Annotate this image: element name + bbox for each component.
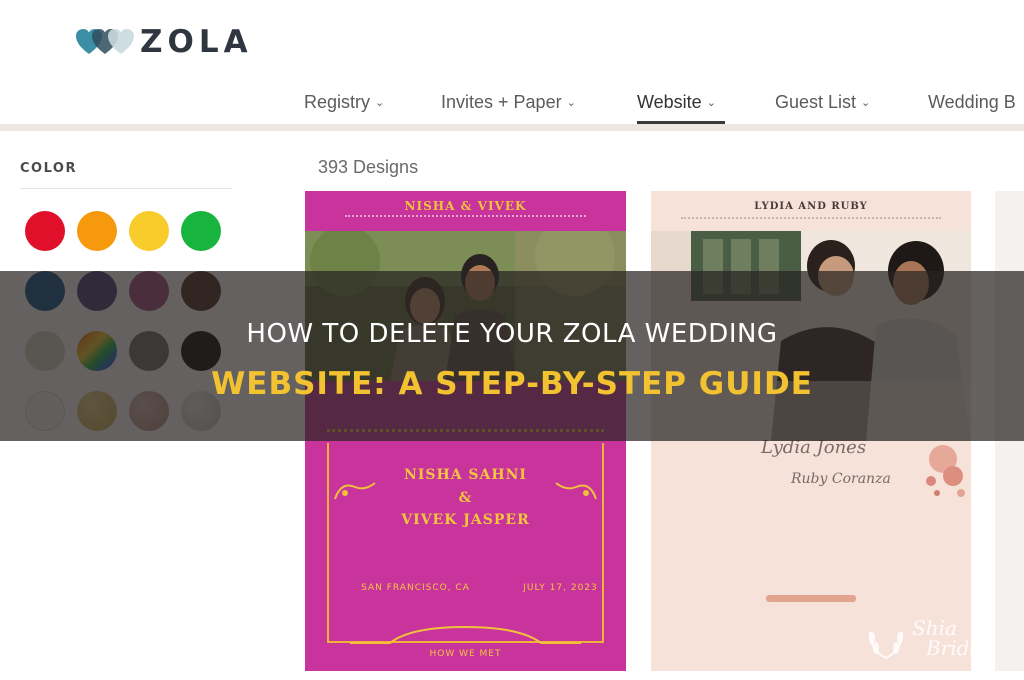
logo-wordmark: ZOLA (140, 24, 253, 60)
nav-item-registry[interactable]: Registry ⌄ (304, 92, 384, 113)
nav-item-label: Wedding B (928, 92, 1016, 112)
color-swatch-red[interactable] (25, 211, 65, 251)
card-nav-dots (345, 215, 586, 217)
accent-bar (766, 595, 856, 602)
nav-item-label: Registry (304, 92, 371, 112)
nav-item-label: Invites + Paper (441, 92, 562, 112)
chevron-down-icon: ⌄ (375, 97, 385, 109)
hearts-logo-icon (76, 29, 134, 54)
nav-item-guest-list[interactable]: Guest List ⌄ (775, 92, 870, 113)
card-header-names: NISHA & VIVEK (404, 199, 527, 213)
watermark-line-1: Shia (912, 616, 957, 640)
watermark: Shia Bride (864, 616, 1004, 664)
color-swatch-green[interactable] (181, 211, 221, 251)
name-first-partner: NISHA SAHNI (404, 467, 527, 483)
title-overlay (0, 271, 1024, 441)
zola-logo[interactable]: ZOLA (74, 24, 253, 60)
color-swatch-yellow[interactable] (129, 211, 169, 251)
color-filter-heading: COLOR (20, 161, 77, 176)
card-header-names: LYDIA AND RUBY (754, 201, 868, 212)
name-second-partner: VIVEK JASPER (401, 512, 530, 528)
chevron-down-icon: ⌄ (706, 97, 716, 109)
ampersand: & (458, 490, 473, 506)
watermark-line-2: Bride (926, 636, 982, 660)
header-divider (0, 124, 1024, 131)
nav-item-label: Website (637, 92, 702, 112)
card-footer-label: HOW WE MET (429, 649, 502, 659)
color-swatch-orange[interactable] (77, 211, 117, 251)
nav-item-website[interactable]: Website ⌄ (637, 92, 716, 113)
nav-item-label: Guest List (775, 92, 857, 112)
article-title-line-1: HOW TO DELETE YOUR ZOLA WEDDING (246, 319, 778, 349)
script-name-second: Ruby Coranza (791, 471, 891, 487)
event-date: JULY 17, 2023 (523, 583, 598, 593)
chevron-down-icon: ⌄ (566, 97, 576, 109)
article-title-line-2: WEBSITE: A STEP-BY-STEP GUIDE (211, 366, 813, 402)
paint-splash-icon (926, 445, 965, 497)
designs-count: 393 Designs (318, 157, 419, 177)
main-nav: Registry ⌄ Invites + Paper ⌄ Website ⌄ G… (0, 88, 1024, 124)
divider (20, 188, 232, 189)
ornament-icon (350, 625, 581, 644)
laurel-icon (869, 631, 903, 659)
watermark-text: Shia Bride (912, 618, 981, 658)
chevron-down-icon: ⌄ (861, 97, 871, 109)
card-nav-dots (681, 217, 941, 219)
site-header: ZOLA Registry ⌄ Invites + Paper ⌄ Websit… (0, 0, 1024, 125)
nav-item-invites-paper[interactable]: Invites + Paper ⌄ (441, 92, 576, 113)
nav-item-wedding-boutique[interactable]: Wedding B (928, 92, 1016, 113)
